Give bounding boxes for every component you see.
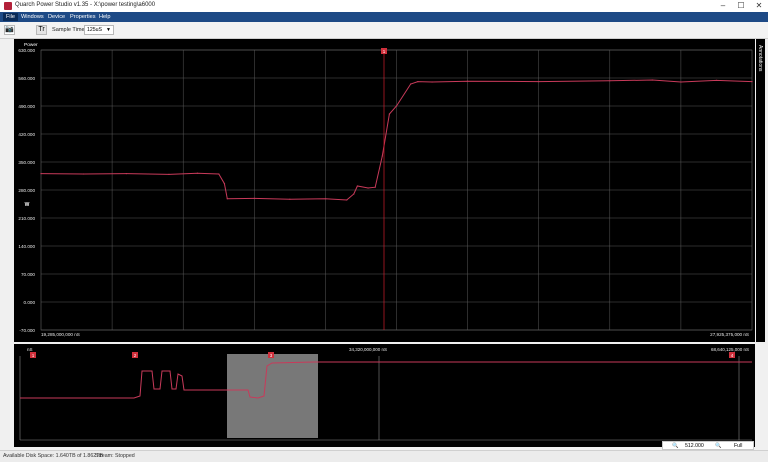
power-data-point: [381, 155, 383, 157]
power-data-point: [538, 81, 540, 83]
power-data-point: [356, 185, 358, 187]
power-data-point: [168, 173, 170, 175]
maximize-button[interactable]: ☐: [732, 0, 750, 12]
minimize-button[interactable]: –: [714, 0, 732, 12]
power-data-point: [609, 80, 611, 82]
power-data-point: [367, 187, 369, 189]
power-data-point: [83, 173, 85, 175]
sample-time-value: 125uS: [87, 27, 103, 33]
sample-time-label: Sample Time: [52, 27, 85, 33]
menu-bar: File Windows Device Properties Help: [0, 12, 768, 22]
power-data-point: [324, 198, 326, 200]
power-data-point: [467, 80, 469, 82]
menu-help[interactable]: Help: [96, 13, 114, 21]
y-tick-label: 490.000: [18, 104, 35, 109]
close-button[interactable]: ✕: [750, 0, 768, 12]
power-data-point: [388, 113, 390, 115]
y-tick-label: 140.000: [18, 244, 35, 249]
x-end-label: 27,925,375,000 nS: [710, 332, 749, 337]
x-start-label: 19,285,000,000 nS: [41, 332, 80, 337]
y-tick-label: 420.000: [18, 132, 35, 137]
status-bar: Available Disk Space: 1.640TB of 1.862TB…: [0, 450, 768, 462]
y-tick-label: 210.000: [18, 216, 35, 221]
power-data-point: [417, 81, 419, 83]
main-chart[interactable]: -70.000 0.000 70.000 140.000 210.000 280.000 3…: [14, 39, 755, 342]
y-axis-unit: W: [25, 202, 30, 208]
y-axis-label: Power: [24, 42, 38, 48]
zoom-in-icon[interactable]: 🔍: [715, 443, 721, 449]
chevron-down-icon: ▼: [106, 27, 111, 33]
power-data-point: [253, 197, 255, 199]
power-data-point: [223, 183, 226, 185]
y-tick-label: 70.000: [21, 272, 35, 277]
menu-device[interactable]: Device: [45, 13, 68, 21]
y-tick-label: 560.000: [18, 76, 35, 81]
overview-selection-window[interactable]: [227, 354, 318, 438]
overview-start-label: nS: [27, 347, 33, 352]
sample-time-select[interactable]: 125uS ▼: [84, 25, 114, 35]
window-title: Quarch Power Studio v1.35 - X:\power tes…: [15, 2, 156, 8]
power-data-point: [346, 199, 348, 201]
zoom-bar: 🔍 512.000 🔍 Full: [662, 441, 754, 450]
camera-icon[interactable]: 📷: [4, 25, 15, 35]
power-data-point: [431, 81, 433, 83]
zoom-value: 512.000: [685, 443, 704, 449]
main-chart-panel[interactable]: -70.000 0.000 70.000 140.000 210.000 280.000 3…: [14, 39, 755, 342]
disk-space-status: Available Disk Space: 1.640TB of 1.862TB: [3, 453, 104, 459]
full-button[interactable]: Full: [734, 443, 742, 449]
power-data-point: [353, 193, 355, 195]
zoom-out-icon[interactable]: 🔍: [672, 443, 678, 449]
overview-panel[interactable]: nS 34,320,000,000 nS 68,640,125,000 nS 1 2 3 4: [14, 344, 755, 447]
overview-mid-label: 34,320,000,000 nS: [349, 347, 387, 352]
power-data-point: [374, 186, 376, 188]
power-data-point: [395, 105, 398, 107]
annotations-side-tab[interactable]: Annotations: [756, 39, 765, 342]
power-data-point: [125, 173, 127, 175]
power-data-point: [680, 81, 682, 83]
power-data-point: [715, 79, 718, 81]
y-tick-label: -70.000: [19, 328, 35, 333]
menu-file[interactable]: File: [3, 13, 19, 21]
app-icon: [4, 2, 12, 10]
power-data-point: [651, 79, 654, 81]
y-tick-label: 630.000: [18, 48, 35, 53]
overview-end-label: 68,640,125,000 nS: [711, 347, 749, 352]
y-tick-label: 0.000: [24, 300, 36, 305]
power-data-point: [196, 172, 199, 174]
y-tick-label: 280.000: [18, 188, 35, 193]
y-tick-label: 350.000: [18, 160, 35, 165]
annotations-tab-label[interactable]: Annotations: [757, 45, 763, 71]
power-data-point: [289, 198, 291, 200]
menu-windows[interactable]: Windows: [18, 13, 47, 21]
power-data-point: [751, 81, 753, 83]
power-data-point: [410, 83, 412, 85]
overview-chart[interactable]: nS 34,320,000,000 nS 68,640,125,000 nS1 2 3 4: [14, 344, 755, 447]
power-data-point: [226, 198, 228, 200]
toolbar: 📷 Tr Sample Time 125uS ▼: [0, 22, 768, 39]
power-data-point: [40, 173, 42, 175]
trigger-icon[interactable]: Tr: [36, 25, 47, 35]
menu-properties[interactable]: Properties: [67, 13, 99, 21]
stream-status: Stream: Stopped: [95, 453, 135, 459]
power-data-point: [218, 173, 220, 175]
overview-series-line: [20, 361, 752, 399]
